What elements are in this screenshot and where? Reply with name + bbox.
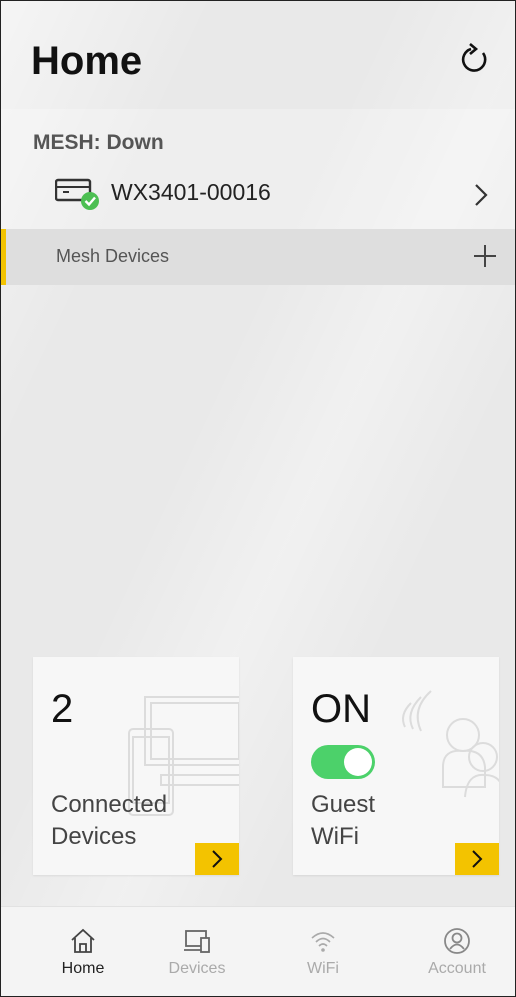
guest-wifi-arrow[interactable] [455, 843, 499, 875]
connected-devices-count: 2 [51, 687, 74, 731]
connected-devices-arrow[interactable] [195, 843, 239, 875]
chevron-right-icon [212, 850, 223, 868]
header: Home [1, 1, 515, 109]
router-connected-icon [55, 178, 99, 210]
chevron-right-icon [472, 850, 483, 868]
router-row[interactable]: WX3401-00016 [1, 167, 515, 221]
guest-wifi-label-1: Guest [311, 791, 376, 818]
page-title: Home [31, 39, 143, 83]
home-icon [71, 928, 95, 953]
connected-devices-label-2: Devices [51, 823, 137, 850]
guest-wifi-card[interactable]: ON Guest WiFi [293, 657, 499, 875]
add-mesh-device-icon[interactable] [472, 243, 498, 269]
connected-devices-label-1: Connected [51, 791, 168, 818]
guest-wifi-label-2: WiFi [311, 823, 359, 850]
tab-devices[interactable]: Devices [133, 907, 261, 996]
app-screen: Home MESH: Down WX3401-00016 Mesh Device… [0, 0, 516, 997]
router-name: WX3401-00016 [111, 179, 271, 205]
toggle-knob [344, 748, 372, 776]
tab-home[interactable]: Home [19, 907, 147, 996]
connected-devices-card[interactable]: 2 Connected Devices [33, 657, 239, 875]
guest-wifi-toggle[interactable] [311, 745, 375, 779]
account-icon [444, 928, 470, 954]
mesh-status: MESH: Down [33, 131, 164, 154]
guest-wifi-state: ON [311, 687, 371, 731]
devices-icon [184, 930, 210, 953]
tab-home-label: Home [61, 960, 105, 977]
tab-wifi[interactable]: WiFi [259, 907, 387, 996]
bottom-tab-bar: Home Devices WiFi Account [1, 906, 515, 996]
tab-account[interactable]: Account [393, 907, 515, 996]
tab-wifi-label: WiFi [307, 960, 339, 977]
tab-account-label: Account [428, 960, 486, 977]
tab-devices-label: Devices [168, 960, 226, 977]
chevron-right-icon [475, 184, 488, 206]
wifi-icon [311, 932, 335, 952]
mesh-devices-label: Mesh Devices [56, 246, 170, 266]
refresh-button[interactable] [453, 37, 497, 81]
refresh-icon [461, 43, 487, 72]
mesh-devices-bar: Mesh Devices [1, 229, 515, 285]
